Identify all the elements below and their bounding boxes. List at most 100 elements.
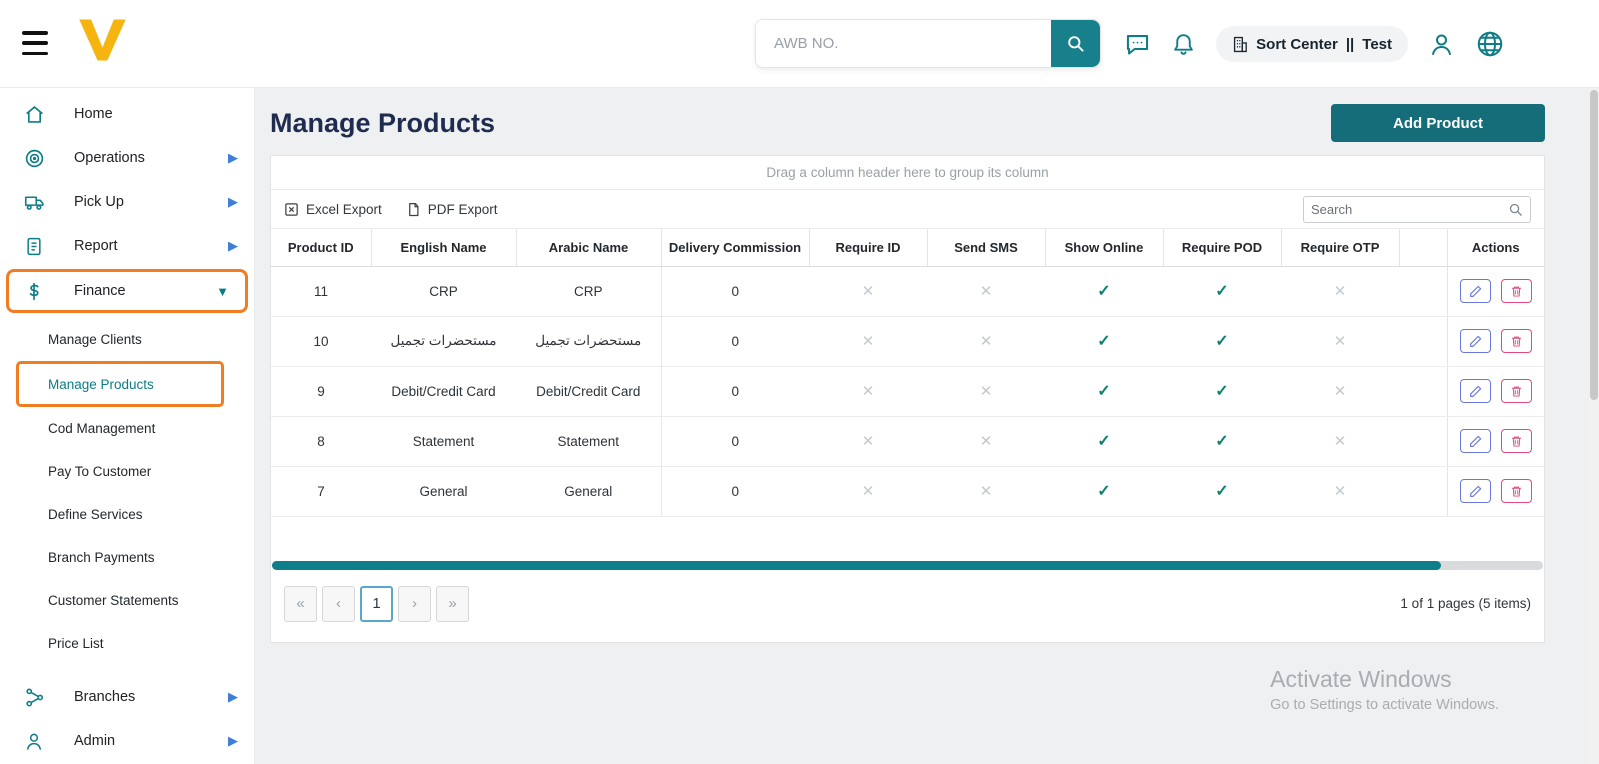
trash-icon	[1511, 486, 1521, 497]
products-table: Product ID English Name Arabic Name Deli…	[271, 229, 1544, 517]
table-row[interactable]: 8 Statement Statement 0 ✕ ✕ ✓ ✓ ✕	[271, 416, 1544, 467]
cell-arabic-name: مستحضرات تجميل	[516, 316, 662, 367]
vertical-scrollbar-thumb[interactable]	[1590, 90, 1598, 400]
send-sms-flag: ✕	[927, 316, 1045, 367]
table-row[interactable]: 11 CRP CRP 0 ✕ ✕ ✓ ✓ ✕	[271, 266, 1544, 317]
building-icon	[1234, 36, 1248, 52]
sidebar-item-home[interactable]: Home	[0, 92, 254, 136]
delete-button[interactable]	[1500, 379, 1532, 403]
require-otp-flag: ✕	[1281, 266, 1399, 317]
edit-button[interactable]	[1459, 479, 1491, 503]
sidebar-item-operations[interactable]: Operations ▶	[0, 136, 254, 180]
search-icon	[1509, 203, 1522, 216]
submenu-item-define-services[interactable]: Define Services	[0, 493, 254, 536]
table-row[interactable]: 10 مستحضرات تجميل مستحضرات تجميل 0 ✕ ✕ ✓…	[271, 316, 1544, 367]
awb-search-input[interactable]	[756, 20, 1051, 67]
require-otp-flag: ✕	[1281, 316, 1399, 367]
trash-icon	[1511, 386, 1521, 397]
sidebar-item-branches[interactable]: Branches ▶	[0, 675, 254, 719]
edit-button[interactable]	[1459, 329, 1491, 353]
awb-search-button[interactable]	[1051, 20, 1100, 67]
chevron-down-icon: ▼	[216, 283, 229, 299]
require-otp-flag: ✕	[1281, 466, 1399, 517]
sidebar-item-pick-up[interactable]: Pick Up ▶	[0, 180, 254, 224]
grid-search-input[interactable]	[1311, 201, 1508, 217]
table-row[interactable]: 7 General General 0 ✕ ✕ ✓ ✓ ✕	[271, 466, 1544, 517]
col-require-otp[interactable]: Require OTP	[1281, 229, 1400, 267]
submenu-label: Price List	[48, 636, 104, 651]
app-logo[interactable]	[76, 16, 130, 64]
cell-delivery-commission: 0	[661, 416, 809, 467]
page-number-button[interactable]: 1	[360, 585, 393, 622]
cell-english-name: Statement	[371, 416, 516, 467]
profile-button[interactable]	[1428, 31, 1455, 58]
delete-button[interactable]	[1500, 329, 1532, 353]
sidebar-item-report[interactable]: Report ▶	[0, 224, 254, 268]
delete-button[interactable]	[1500, 429, 1532, 453]
col-require-id[interactable]: Require ID	[809, 229, 928, 267]
horizontal-scrollbar[interactable]	[272, 560, 1543, 570]
require-otp-flag: ✕	[1281, 366, 1399, 417]
sidebar-item-admin[interactable]: Admin ▶	[0, 719, 254, 763]
show-online-flag: ✓	[1045, 266, 1163, 317]
delete-button[interactable]	[1500, 479, 1532, 503]
next-page-button[interactable]: ›	[398, 585, 431, 622]
require-id-flag: ✕	[809, 416, 927, 467]
col-show-online[interactable]: Show Online	[1045, 229, 1164, 267]
excel-export-label: Excel Export	[306, 201, 382, 217]
horizontal-scrollbar-thumb[interactable]	[272, 560, 1442, 570]
notifications-button[interactable]	[1171, 32, 1196, 57]
hamburger-menu-button[interactable]	[22, 31, 48, 55]
require-id-flag: ✕	[809, 366, 927, 417]
prev-page-button[interactable]: ‹	[322, 585, 355, 622]
submenu-item-branch-payments[interactable]: Branch Payments	[0, 536, 254, 579]
sidebar-item-label: Finance	[74, 283, 126, 299]
language-button[interactable]	[1475, 29, 1505, 59]
group-by-hint[interactable]: Drag a column header here to group its c…	[271, 156, 1544, 190]
submenu-item-cod-management[interactable]: Cod Management	[0, 407, 254, 450]
submenu-item-customer-statements[interactable]: Customer Statements	[0, 579, 254, 622]
sidebar-item-label: Pick Up	[74, 194, 124, 210]
edit-button[interactable]	[1459, 429, 1491, 453]
table-row[interactable]: 9 Debit/Credit Card Debit/Credit Card 0 …	[271, 366, 1544, 417]
first-page-button[interactable]: «	[284, 585, 317, 622]
col-require-pod[interactable]: Require POD	[1163, 229, 1282, 267]
col-english-name[interactable]: English Name	[371, 229, 517, 267]
submenu-item-manage-products[interactable]: Manage Products	[19, 364, 221, 404]
submenu-label: Pay To Customer	[48, 464, 152, 479]
pencil-icon	[1469, 285, 1482, 297]
edit-button[interactable]	[1459, 379, 1491, 403]
pdf-export-button[interactable]: PDF Export	[406, 202, 498, 217]
col-delivery-commission[interactable]: Delivery Commission	[661, 229, 810, 267]
sort-center-value: Test	[1362, 35, 1392, 53]
delete-button[interactable]	[1500, 279, 1532, 303]
submenu-label: Define Services	[48, 507, 143, 522]
sidebar-item-finance-highlight: Finance ▼	[6, 269, 248, 313]
pdf-export-label: PDF Export	[427, 201, 498, 217]
pagination: « ‹ 1 › »	[284, 585, 474, 622]
sidebar-item-label: Home	[74, 106, 113, 122]
send-sms-flag: ✕	[927, 416, 1045, 467]
chevron-right-icon: ▶	[228, 150, 238, 165]
submenu-item-price-list[interactable]: Price List	[0, 622, 254, 665]
last-page-button[interactable]: »	[436, 585, 469, 622]
require-pod-flag: ✓	[1163, 416, 1281, 467]
excel-export-button[interactable]: Excel Export	[284, 202, 382, 217]
vertical-scrollbar[interactable]	[1589, 0, 1599, 764]
col-product-id[interactable]: Product ID	[271, 229, 372, 267]
submenu-item-manage-clients[interactable]: Manage Clients	[0, 318, 254, 361]
sort-center-badge[interactable]: Sort Center || Test	[1216, 26, 1408, 62]
add-product-button[interactable]: Add Product	[1331, 104, 1545, 142]
cell-english-name: CRP	[371, 266, 516, 317]
pencil-icon	[1469, 485, 1482, 497]
col-arabic-name[interactable]: Arabic Name	[516, 229, 662, 267]
sidebar-item-finance[interactable]: Finance ▼	[9, 272, 245, 310]
pencil-icon	[1469, 335, 1482, 347]
submenu-item-pay-to-customer[interactable]: Pay To Customer	[0, 450, 254, 493]
sidebar-item-label: Branches	[74, 689, 136, 705]
grid-search	[1303, 195, 1531, 223]
person-icon	[22, 731, 46, 752]
edit-button[interactable]	[1459, 279, 1491, 303]
chat-button[interactable]	[1124, 31, 1151, 58]
col-send-sms[interactable]: Send SMS	[927, 229, 1046, 267]
